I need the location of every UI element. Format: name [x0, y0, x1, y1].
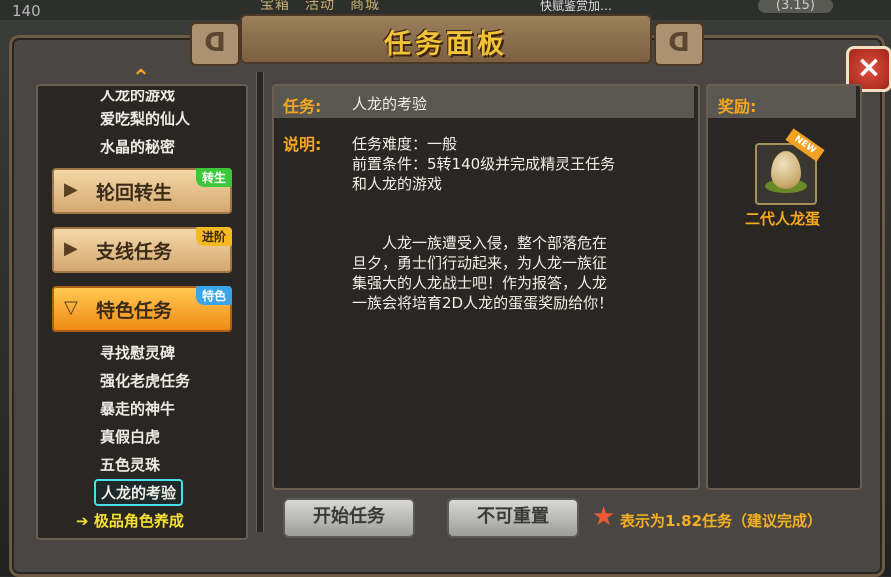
list-item[interactable]: 五色灵珠	[100, 454, 160, 475]
recommended-list-item[interactable]: ➔ 极品角色养成	[76, 510, 184, 531]
task-name: 人龙的考验	[352, 95, 428, 113]
category-tag: 转生	[195, 168, 232, 187]
selected-list-item[interactable]: 人龙的考验	[94, 479, 184, 506]
category-reincarnation-button[interactable]: ▶ 轮回转生 转生	[52, 168, 232, 214]
hud-level: 140	[12, 2, 41, 20]
task-prereq-line1: 前置条件：5转140级并完成精灵王任务	[352, 155, 616, 173]
category-tag: 特色	[195, 286, 232, 305]
category-side-quest-button[interactable]: ▶ 支线任务 进阶	[52, 227, 232, 273]
task-story-line: 集强大的人龙战士吧！作为报答，人龙	[352, 274, 608, 292]
reward-item-name: 二代人龙蛋	[745, 210, 821, 228]
recommended-label: 极品角色养成	[93, 512, 184, 530]
hud-timer: (3.15)	[757, 0, 833, 13]
task-name-label: 任务:	[283, 97, 322, 116]
list-item[interactable]: 强化老虎任务	[100, 370, 190, 391]
task-story-line: 一族会将培育2D人龙的蛋蛋奖励给你！	[352, 294, 614, 312]
hud-chat: 快赋鉴赏加…	[540, 0, 613, 13]
task-difficulty: 任务难度：一般	[352, 135, 458, 153]
scroll-up-icon[interactable]: ⌃	[128, 68, 154, 90]
list-item[interactable]: 暴走的神牛	[100, 398, 175, 419]
category-label: 特色任务	[96, 300, 173, 322]
star-icon: ★	[592, 502, 616, 532]
category-tag: 进阶	[195, 227, 232, 246]
arrow-right-icon: ➔	[76, 512, 89, 530]
hud-tabs[interactable]: 宝箱 活动 商城	[260, 0, 380, 14]
task-story-line: 旦夕，勇士们行动起来，为人龙一族征	[352, 254, 608, 272]
list-item[interactable]: 真假白虎	[100, 426, 160, 447]
list-item[interactable]: 水晶的秘密	[100, 136, 175, 157]
panel-divider	[256, 72, 264, 532]
title-bar: 任务面板	[240, 14, 652, 64]
task-story-line: 人龙一族遭受入侵，整个部落危在	[352, 234, 608, 252]
task-prereq-line2: 和人龙的游戏	[352, 175, 443, 193]
reset-task-button[interactable]: 不可重置	[447, 498, 579, 538]
window-title: 任务面板	[384, 29, 508, 60]
reward-label: 奖励:	[718, 97, 757, 116]
list-item[interactable]: 寻找慰灵碑	[100, 342, 175, 363]
category-label: 支线任务	[96, 241, 173, 263]
title-left-ornament: ᗡ	[190, 22, 240, 66]
title-right-ornament: ᗡ	[654, 22, 704, 66]
play-icon: ▶	[64, 238, 78, 259]
hint-text: 表示为1.82任务（建议完成）	[620, 512, 823, 530]
category-label: 轮回转生	[96, 182, 173, 204]
task-desc-label: 说明:	[283, 135, 322, 154]
list-item[interactable]: 爱吃梨的仙人	[100, 108, 190, 129]
egg-icon	[771, 151, 801, 189]
task-header	[274, 86, 694, 118]
chevron-down-icon: ▽	[64, 297, 78, 318]
start-task-button[interactable]: 开始任务	[283, 498, 415, 538]
category-special-quest-button[interactable]: ▽ 特色任务 特色	[52, 286, 232, 332]
play-icon: ▶	[64, 179, 78, 200]
